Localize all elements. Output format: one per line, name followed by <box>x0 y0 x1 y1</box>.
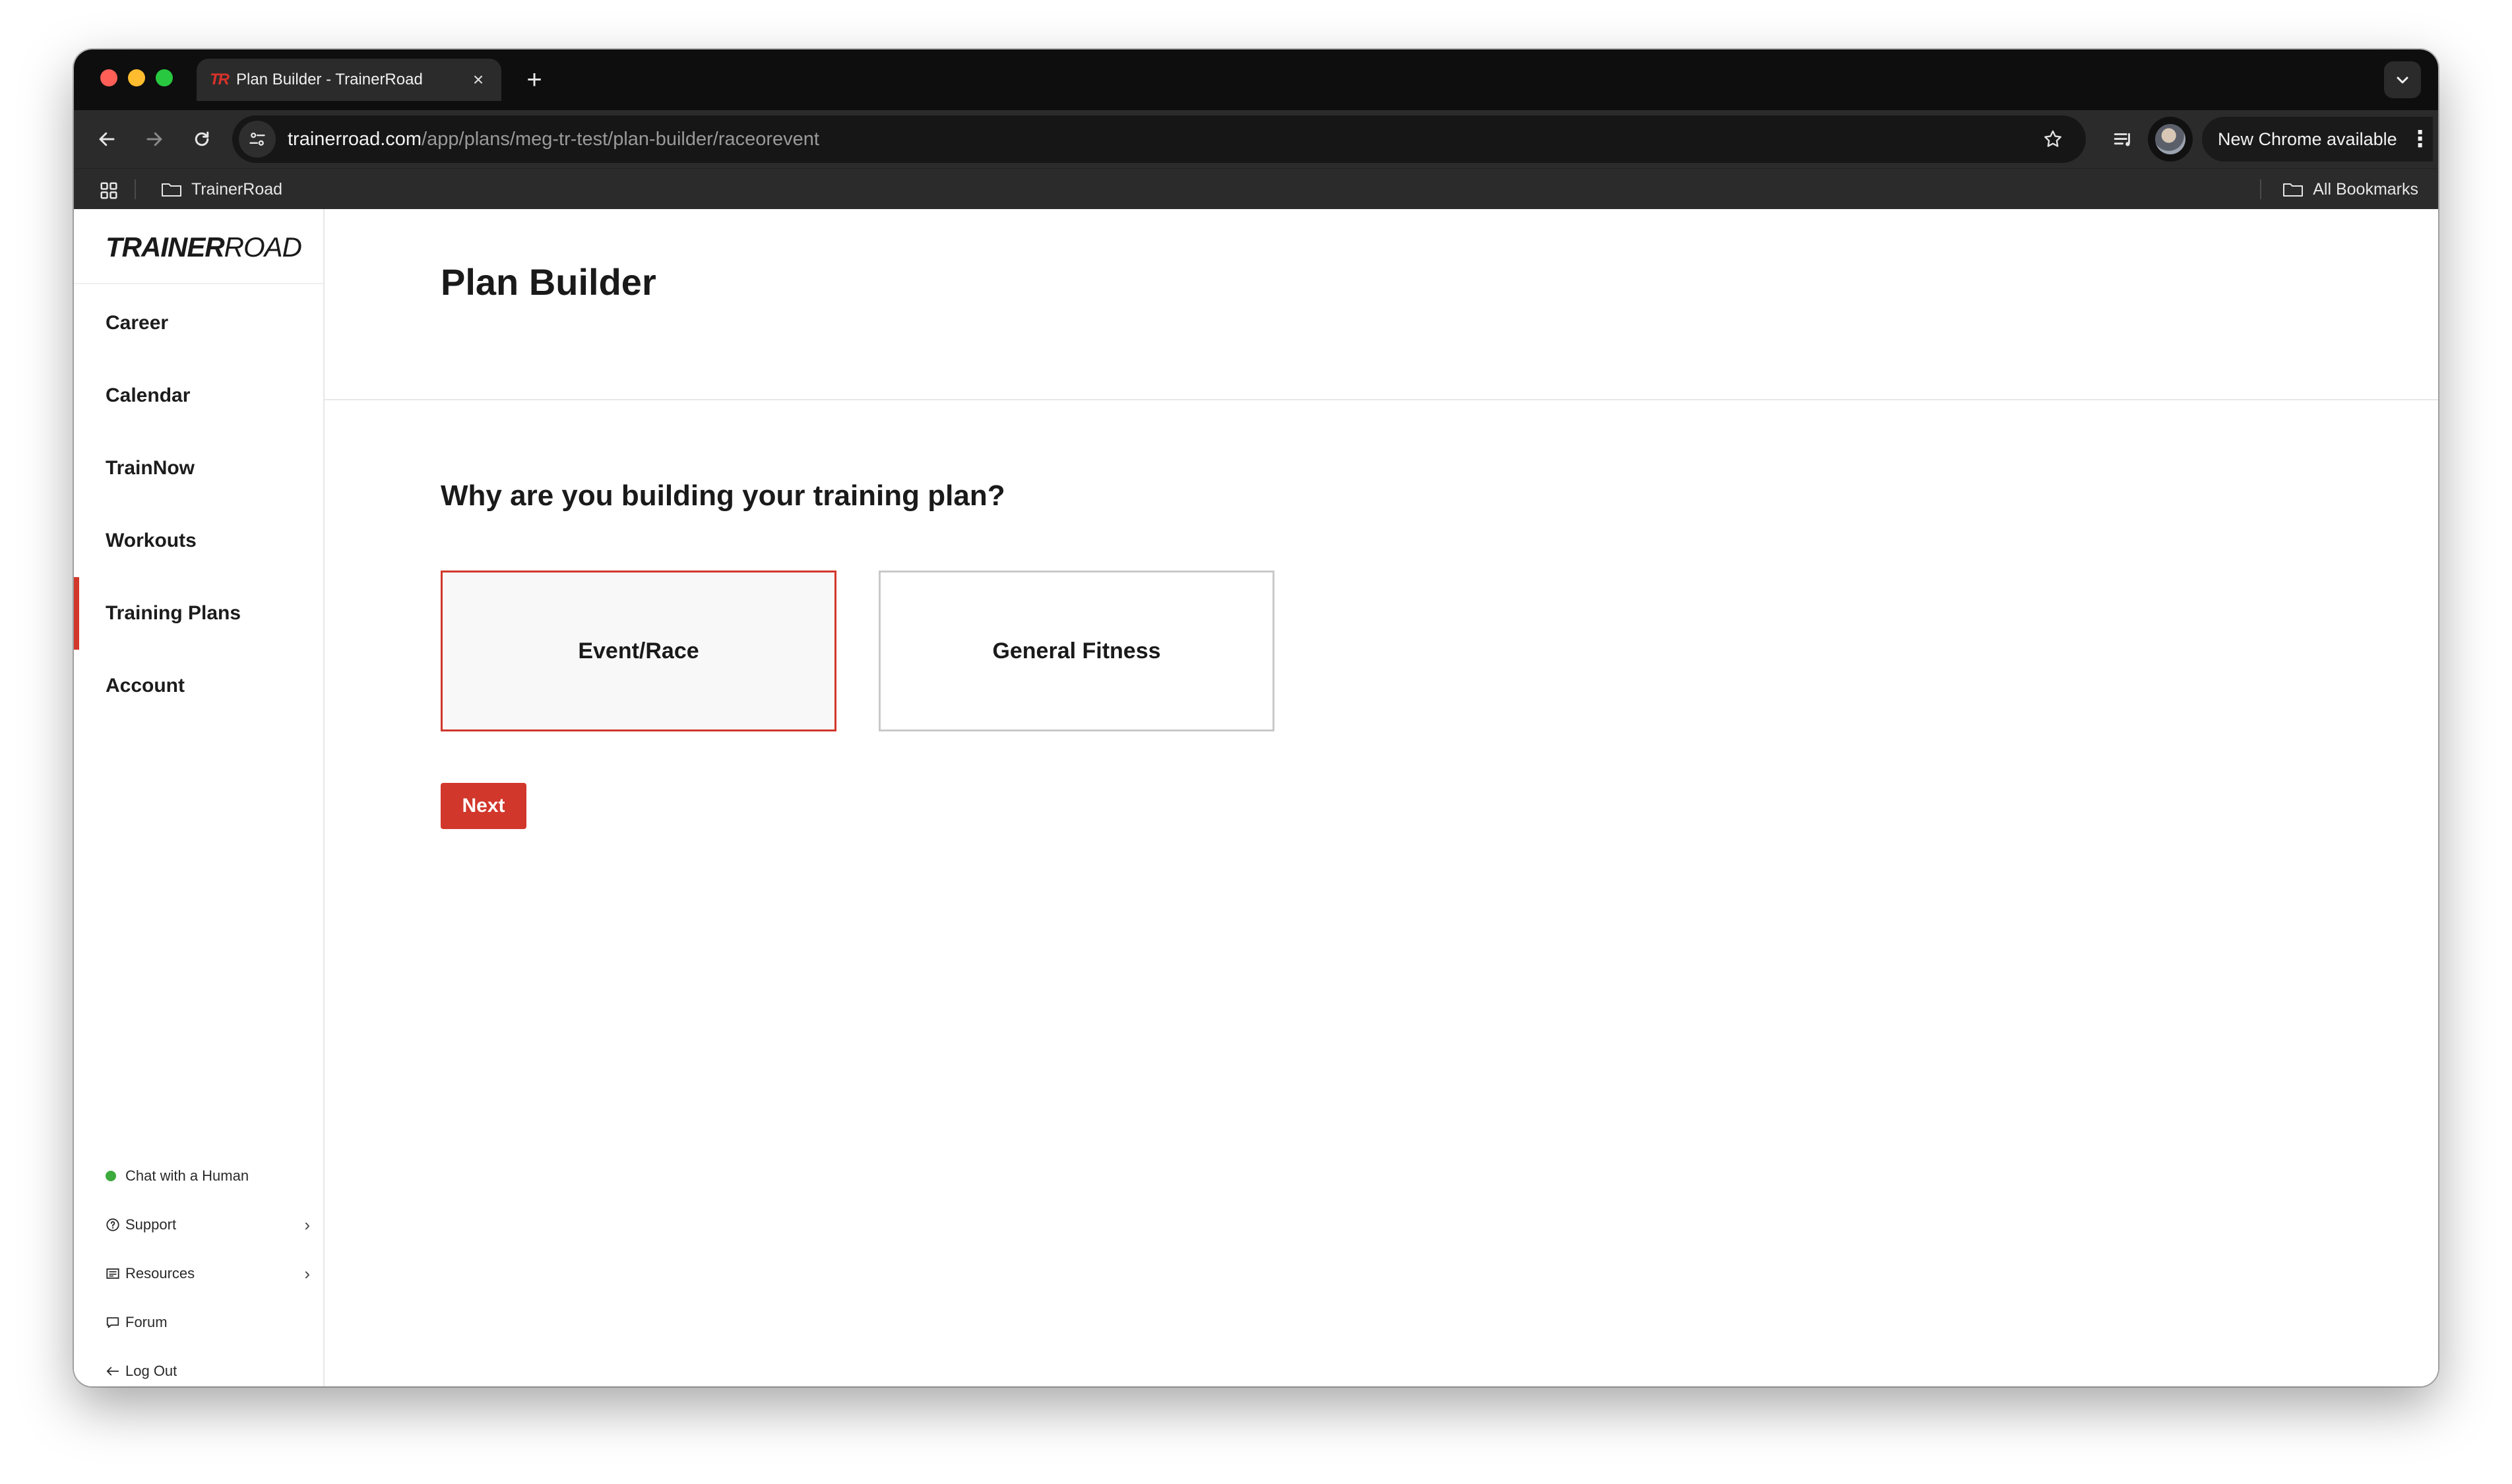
sidebar-item-career[interactable]: Career <box>74 287 323 359</box>
maximize-window-button[interactable] <box>156 69 173 86</box>
logo-divider <box>74 283 323 284</box>
media-controls-button[interactable] <box>2106 122 2141 158</box>
browser-tab[interactable]: TR Plan Builder - TrainerRoad × <box>197 59 501 101</box>
trainerroad-favicon-icon: TR <box>210 71 230 88</box>
folder-icon <box>2283 183 2304 197</box>
general-fitness-option[interactable]: General Fitness <box>879 571 1274 731</box>
url-host: trainerroad.com <box>288 128 422 150</box>
arrow-right-icon <box>146 132 162 146</box>
sidebar-item-workouts[interactable]: Workouts <box>74 505 323 577</box>
sidebar-item-calendar[interactable]: Calendar <box>74 359 323 432</box>
forward-button[interactable] <box>135 119 174 159</box>
chat-with-human-link[interactable]: Chat with a Human <box>106 1163 310 1189</box>
support-label: Support <box>125 1216 177 1233</box>
sidebar-item-trainnow[interactable]: TrainNow <box>74 432 323 505</box>
tab-search-button[interactable] <box>2384 61 2421 98</box>
tab-strip: TR Plan Builder - TrainerRoad × + <box>74 49 2438 110</box>
update-label: New Chrome available <box>2218 129 2397 149</box>
url-path: /app/plans/meg-tr-test/plan-builder/race… <box>422 128 819 150</box>
bookmark-star-button[interactable] <box>2036 122 2070 156</box>
chevron-right-icon: › <box>304 1214 310 1235</box>
update-chrome-button[interactable]: New Chrome available ⋮ <box>2202 117 2433 162</box>
tab-title: Plan Builder - TrainerRoad <box>236 71 423 88</box>
back-button[interactable] <box>87 119 127 159</box>
reload-icon <box>195 131 209 146</box>
sidebar: TRAINERROAD Career Calendar TrainNow Wor… <box>74 209 325 1386</box>
chevron-down-icon <box>2397 77 2408 84</box>
url-text: trainerroad.com/app/plans/meg-tr-test/pl… <box>288 129 819 150</box>
minimize-window-button[interactable] <box>128 69 145 86</box>
help-circle-icon <box>106 1218 119 1231</box>
main-content: Plan Builder Why are you building your t… <box>325 209 2438 1386</box>
chevron-right-icon: › <box>304 1263 310 1283</box>
bookmarks-bar: TrainerRoad All Bookmarks <box>74 168 2438 209</box>
tune-icon <box>249 133 265 146</box>
arrow-left-icon <box>99 132 115 146</box>
sidebar-item-account[interactable]: Account <box>74 650 323 722</box>
new-tab-button[interactable]: + <box>516 61 553 98</box>
newspaper-icon <box>106 1268 119 1279</box>
profile-avatar[interactable] <box>2148 117 2193 162</box>
resources-link[interactable]: Resources › <box>106 1260 310 1287</box>
chat-label: Chat with a Human <box>125 1167 249 1184</box>
site-info-button[interactable] <box>239 121 276 158</box>
plan-purpose-question: Why are you building your training plan? <box>441 479 1005 512</box>
browser-toolbar: trainerroad.com/app/plans/meg-tr-test/pl… <box>74 110 2438 168</box>
close-window-button[interactable] <box>100 69 117 86</box>
event-race-option[interactable]: Event/Race <box>441 571 836 731</box>
forum-label: Forum <box>125 1314 168 1330</box>
trainerroad-logo[interactable]: TRAINERROAD <box>106 232 302 263</box>
bookmark-label: TrainerRoad <box>191 179 283 199</box>
log-out-label: Log Out <box>125 1363 177 1379</box>
bookmark-folder-trainerroad[interactable]: TrainerRoad <box>161 177 282 202</box>
more-menu-icon[interactable]: ⋮ <box>2409 126 2432 152</box>
online-status-dot <box>106 1171 116 1181</box>
reload-button[interactable] <box>182 119 222 159</box>
address-bar[interactable]: trainerroad.com/app/plans/meg-tr-test/pl… <box>232 115 2086 163</box>
resources-label: Resources <box>125 1265 195 1282</box>
apps-grid-icon[interactable] <box>99 181 119 201</box>
all-bookmarks-button[interactable]: All Bookmarks <box>2282 177 2418 202</box>
forum-link[interactable]: Forum <box>106 1309 310 1336</box>
sidebar-item-training-plans[interactable]: Training Plans <box>74 577 323 650</box>
support-link[interactable]: Support › <box>106 1212 310 1238</box>
next-button[interactable]: Next <box>441 783 526 829</box>
star-icon <box>2044 130 2061 147</box>
bookmarks-divider <box>2260 179 2261 199</box>
close-tab-icon[interactable]: × <box>468 69 488 90</box>
avatar-image <box>2155 124 2185 154</box>
folder-icon <box>162 183 181 197</box>
all-bookmarks-label: All Bookmarks <box>2313 179 2418 199</box>
arrow-left-icon <box>106 1367 119 1376</box>
chat-bubble-icon <box>106 1317 119 1328</box>
header-divider <box>325 399 2438 400</box>
page-title: Plan Builder <box>441 261 656 303</box>
web-page: TRAINERROAD Career Calendar TrainNow Wor… <box>74 209 2438 1386</box>
log-out-link[interactable]: Log Out <box>106 1358 310 1384</box>
browser-window: TR Plan Builder - TrainerRoad × + traine… <box>74 49 2438 1386</box>
playlist-icon <box>2114 133 2130 146</box>
bookmarks-divider <box>135 179 136 199</box>
